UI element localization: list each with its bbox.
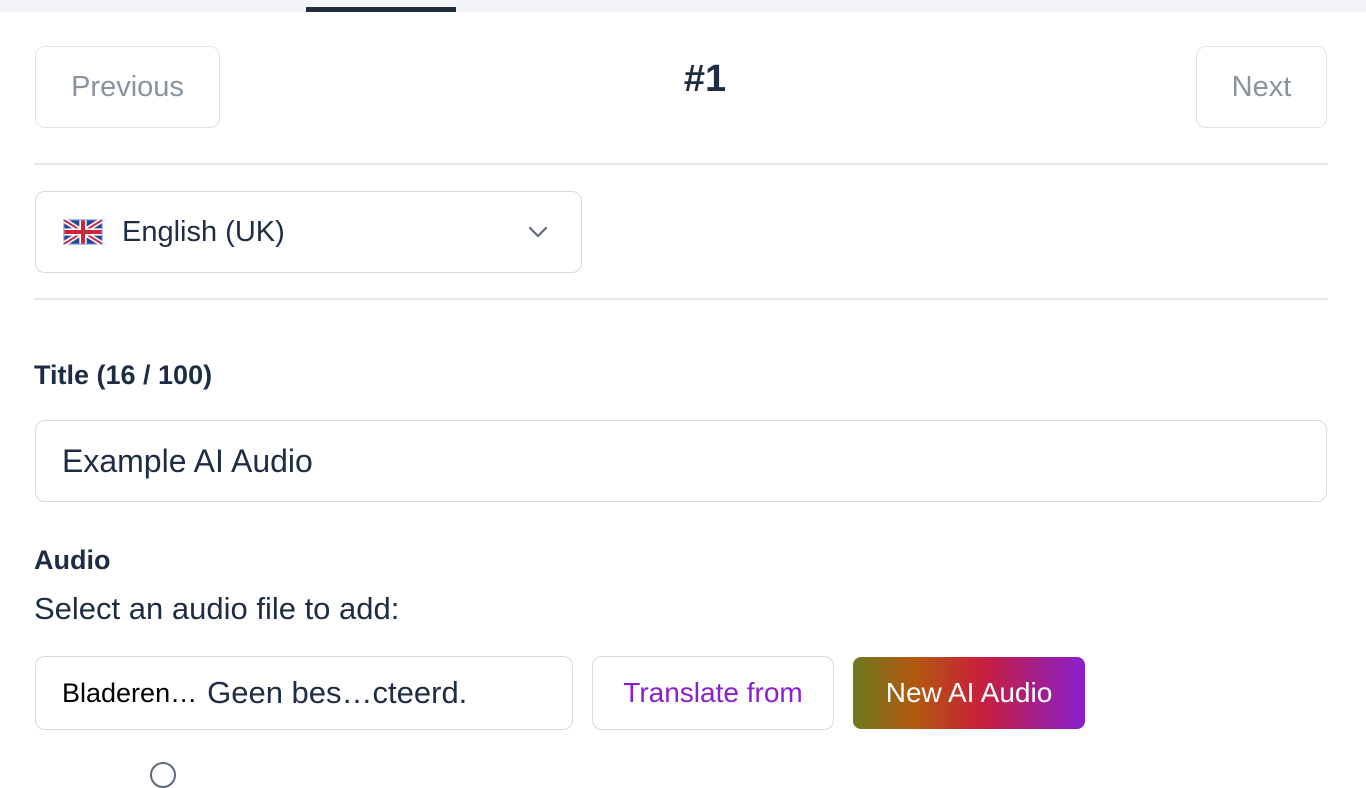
title-input[interactable] [35,420,1327,502]
chevron-down-icon [527,221,549,243]
divider [34,298,1328,300]
new-ai-audio-label: New AI Audio [885,677,1053,708]
active-tab-indicator [306,7,456,12]
divider [34,163,1328,165]
file-status-text: Geen bes…cteerd. [207,675,468,710]
translate-from-button[interactable]: Translate from [592,656,834,730]
translate-from-label: Translate from [623,677,803,708]
title-field-label: Title (16 / 100) [34,360,213,390]
new-ai-audio-button[interactable]: New AI Audio [853,657,1085,729]
audio-file-input[interactable]: Bladeren… Geen bes…cteerd. [35,656,573,730]
audio-hint-text: Select an audio file to add: [34,591,400,626]
info-icon [150,762,176,788]
language-label: English (UK) [122,215,285,248]
top-tab-bar [0,0,1366,12]
record-number: #1 [683,58,727,100]
browse-button[interactable]: Bladeren… [62,678,197,709]
previous-button[interactable]: Previous [35,46,220,128]
language-select[interactable]: English (UK) [35,191,582,273]
uk-flag-icon [63,219,103,245]
next-button[interactable]: Next [1196,46,1327,128]
previous-button-label: Previous [71,70,184,103]
audio-section-label: Audio [34,545,111,575]
next-button-label: Next [1231,70,1292,103]
